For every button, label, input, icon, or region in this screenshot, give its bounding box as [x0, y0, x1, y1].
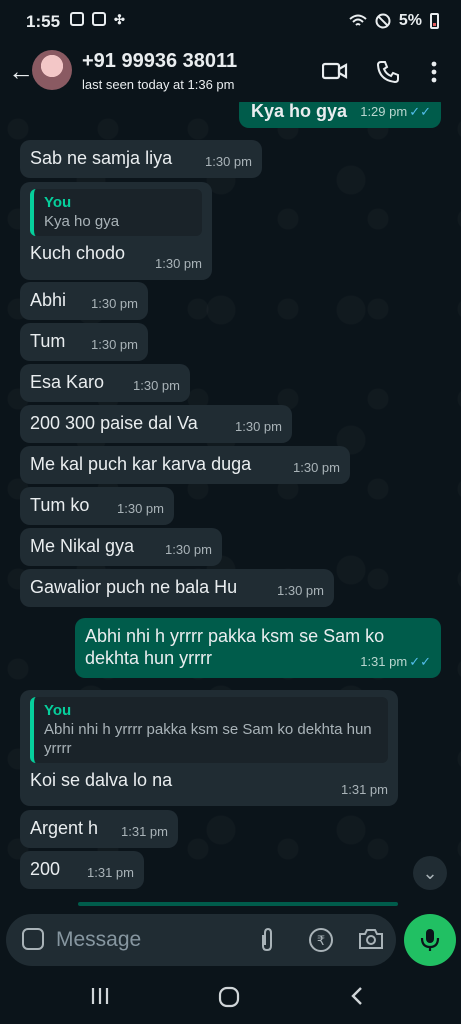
message-text: Kuch chodo: [30, 243, 126, 263]
gallery-notification-icon: [70, 12, 84, 26]
mic-icon: [420, 929, 440, 951]
wifi-icon: [349, 14, 367, 26]
message-bubble[interactable]: Tum ko 1:30 pm: [20, 487, 174, 525]
quote-text: Abhi nhi h yrrrr pakka ksm se Sam ko dek…: [44, 721, 372, 757]
message-time: 1:30 pm: [91, 296, 138, 311]
message-meta: 1:29 pm ✓✓: [360, 102, 431, 123]
more-icon[interactable]: [430, 60, 438, 84]
message-time: 1:31 pm: [87, 865, 134, 880]
message-time: 1:30 pm: [133, 378, 180, 393]
mic-button[interactable]: [404, 914, 456, 966]
system-nav-bar: [0, 972, 461, 1024]
quote-author: You: [44, 702, 72, 719]
message-text: Abhi: [30, 290, 67, 310]
notification-icons: ✣: [70, 12, 125, 28]
message-text: Sab ne samja liya: [30, 148, 173, 168]
svg-text:₹: ₹: [317, 934, 325, 949]
message-time: 1:31 pm: [341, 782, 388, 797]
message-time: 1:30 pm: [277, 583, 324, 598]
dnd-icon: [375, 13, 391, 29]
message-time: 1:30 pm: [155, 256, 202, 271]
message-input[interactable]: [54, 924, 248, 956]
message-input-bar: ₹: [6, 914, 396, 966]
message-text: 200 300 paise dal Va: [30, 413, 198, 433]
video-call-icon[interactable]: [322, 60, 348, 82]
message-time: 1:29 pm: [360, 104, 408, 119]
message-time: 1:30 pm: [293, 460, 340, 475]
attach-icon[interactable]: [258, 927, 276, 953]
message-bubble[interactable]: 200 300 paise dal Va 1:30 pm: [20, 405, 292, 443]
message-meta: 1:31 pm ✓✓: [360, 651, 431, 673]
camera-icon[interactable]: [358, 927, 384, 951]
message-text: Gawalior puch ne bala Hu: [30, 577, 238, 597]
message-time: 1:30 pm: [205, 154, 252, 169]
battery-icon: [430, 13, 439, 29]
message-time: 1:31 pm: [360, 654, 408, 669]
message-bubble[interactable]: Esa Karo 1:30 pm: [20, 364, 190, 402]
message-time: 1:30 pm: [91, 337, 138, 352]
message-bubble[interactable]: Kya ho gya 1:29 pm ✓✓: [239, 102, 441, 128]
message-text: Tum: [30, 331, 66, 351]
message-bubble[interactable]: Tum 1:30 pm: [20, 323, 148, 361]
chat-area[interactable]: Kya ho gya 1:29 pm ✓✓ Sab ne samja liya 1…: [0, 102, 461, 910]
message-bubble[interactable]: Abhi nhi h yrrrr pakka ksm se Sam ko dek…: [75, 618, 441, 678]
read-ticks-icon: ✓✓: [409, 104, 431, 119]
status-bar: 1:55 ✣ 5%: [0, 0, 461, 44]
message-text: Koi se dalva lo na: [30, 770, 173, 790]
message-text: Kya ho gya: [251, 102, 348, 121]
battery-percent: 5%: [398, 12, 422, 29]
back-nav-icon[interactable]: [350, 986, 364, 1006]
message-text: 200: [30, 859, 61, 879]
emoji-icon[interactable]: [22, 928, 44, 950]
message-time: 1:30 pm: [235, 419, 282, 434]
message-time: 1:30 pm: [165, 542, 212, 557]
last-seen[interactable]: last seen today at 1:36 pm: [82, 77, 234, 92]
phone-icon[interactable]: [376, 60, 400, 84]
message-bubble-reply[interactable]: You Kya ho gya Kuch chodo 1:30 pm: [20, 182, 212, 280]
message-text: Me kal puch kar karva duga: [30, 454, 252, 474]
message-text: Tum ko: [30, 495, 90, 515]
status-time: 1:55: [26, 12, 61, 31]
quote-text: Kya ho gya: [44, 213, 120, 230]
chat-header: ← +91 99936 38011 last seen today at 1:3…: [0, 44, 461, 102]
recent-apps-icon[interactable]: [90, 986, 110, 1006]
message-text: Me Nikal gya: [30, 536, 135, 556]
message-bubble[interactable]: Me kal puch kar karva duga 1:30 pm: [20, 446, 350, 484]
read-ticks-icon: ✓✓: [409, 654, 431, 669]
message-bubble-reply[interactable]: You Abhi nhi h yrrrr pakka ksm se Sam ko…: [20, 690, 398, 806]
message-bubble[interactable]: Argent h 1:31 pm: [20, 810, 178, 848]
message-time: 1:31 pm: [121, 824, 168, 839]
app-notification-icon: [92, 12, 106, 26]
message-bubble[interactable]: 200 1:31 pm: [20, 851, 144, 889]
quoted-message[interactable]: You Abhi nhi h yrrrr pakka ksm se Sam ko…: [30, 697, 388, 763]
grid-notification-icon: ✣: [114, 12, 125, 27]
status-right: 5%: [349, 12, 439, 30]
quoted-message[interactable]: You Kya ho gya: [30, 189, 202, 236]
message-bubble[interactable]: Me Nikal gya 1:30 pm: [20, 528, 222, 566]
back-arrow-icon[interactable]: ←: [8, 58, 34, 84]
rupee-icon[interactable]: ₹: [308, 927, 334, 953]
message-text: Esa Karo: [30, 372, 105, 392]
unread-indicator: [78, 902, 398, 906]
message-text: Argent h: [30, 818, 99, 838]
message-bubble[interactable]: Abhi 1:30 pm: [20, 282, 148, 320]
message-bubble[interactable]: Gawalior puch ne bala Hu 1:30 pm: [20, 569, 334, 607]
quote-author: You: [44, 194, 72, 211]
scroll-down-icon[interactable]: ⌄: [413, 856, 447, 890]
message-time: 1:30 pm: [117, 501, 164, 516]
avatar[interactable]: [32, 50, 72, 90]
message-bubble[interactable]: Sab ne samja liya 1:30 pm: [20, 140, 262, 178]
home-icon[interactable]: [218, 986, 240, 1008]
contact-name[interactable]: +91 99936 38011: [82, 50, 237, 73]
